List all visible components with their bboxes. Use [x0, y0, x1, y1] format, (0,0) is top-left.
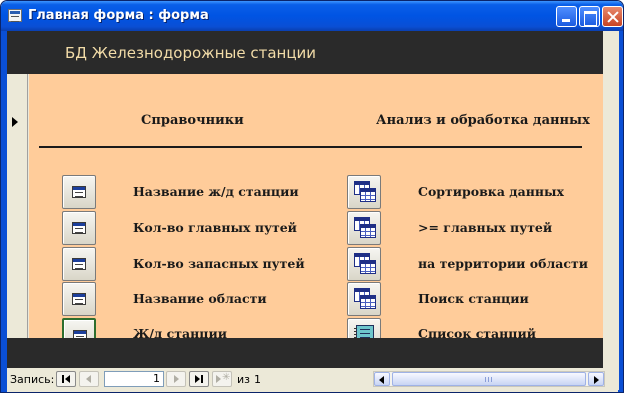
first-record-button[interactable]	[56, 371, 76, 387]
current-record-field[interactable]: 1	[104, 371, 164, 387]
record-selector[interactable]	[7, 74, 28, 338]
record-of-label: из	[237, 373, 250, 386]
window-title: Главная форма : форма	[28, 8, 209, 23]
form-footer	[7, 338, 603, 368]
new-record-button[interactable]: ✳	[212, 371, 232, 387]
maximize-button[interactable]	[579, 6, 600, 27]
left-item-label: Кол-во главных путей	[133, 220, 297, 235]
scroll-right-button[interactable]	[588, 372, 604, 386]
left-item-label: Название ж/д станции	[133, 184, 299, 199]
query-icon	[354, 253, 376, 275]
form-detail: Справочники Анализ и обработка данных На…	[29, 74, 603, 352]
previous-record-button[interactable]	[79, 371, 99, 387]
left-item-label: Кол-во запасных путей	[133, 256, 305, 271]
scroll-thumb[interactable]	[392, 372, 586, 386]
col-title-analysis: Анализ и обработка данных	[376, 113, 590, 128]
record-label: Запись:	[10, 373, 55, 386]
open-form-button-4[interactable]	[62, 282, 96, 316]
next-record-button[interactable]	[166, 371, 186, 387]
record-navigation-bar: Запись: 1 ✳ из 1	[7, 368, 619, 390]
minimize-button[interactable]	[556, 6, 577, 27]
form-icon	[72, 222, 86, 234]
open-form-button-1[interactable]	[62, 175, 96, 209]
left-item-label: Название области	[133, 291, 267, 306]
form-icon	[72, 258, 86, 270]
record-total: 1	[254, 373, 261, 386]
open-form-button-3[interactable]	[62, 247, 96, 281]
open-query-button-2[interactable]	[347, 211, 381, 245]
form-header: БД Железнодорожные станции	[7, 31, 603, 74]
form-body: БД Железнодорожные станции Справочники А…	[7, 31, 619, 368]
right-item-label: Поиск станции	[418, 291, 529, 306]
current-record-arrow-icon	[12, 117, 18, 127]
col-title-references: Справочники	[141, 113, 244, 128]
section-divider	[39, 146, 582, 148]
form-icon	[72, 186, 86, 198]
query-icon	[354, 181, 376, 203]
open-form-button-2[interactable]	[62, 211, 96, 245]
open-query-button-4[interactable]	[347, 282, 381, 316]
right-item-label: Сортировка данных	[418, 184, 564, 199]
last-record-button[interactable]	[189, 371, 209, 387]
right-item-label: на территории области	[418, 256, 588, 271]
right-item-label: >= главных путей	[418, 220, 553, 235]
query-icon	[354, 288, 376, 310]
scroll-grip-icon	[485, 377, 494, 382]
form-icon	[72, 293, 86, 305]
form-header-title: БД Железнодорожные станции	[65, 44, 317, 62]
form-window-icon[interactable]	[8, 9, 22, 22]
access-form-window: Главная форма : форма БД Железнодорожные…	[0, 0, 624, 393]
open-query-button-3[interactable]	[347, 247, 381, 281]
title-bar[interactable]: Главная форма : форма	[1, 1, 623, 31]
horizontal-scrollbar[interactable]	[373, 371, 605, 387]
open-query-button-1[interactable]	[347, 175, 381, 209]
close-button[interactable]	[602, 6, 623, 27]
scroll-left-button[interactable]	[374, 372, 390, 386]
query-icon	[354, 217, 376, 239]
